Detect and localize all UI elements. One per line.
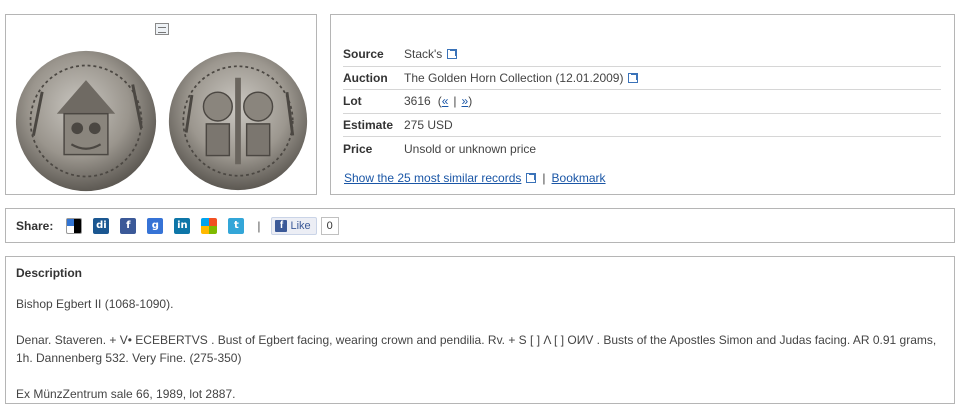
google-icon[interactable]: g: [147, 217, 164, 234]
lot-label: Lot: [343, 94, 362, 109]
auction-label: Auction: [343, 70, 388, 85]
like-label: Like: [290, 219, 311, 232]
facebook-icon[interactable]: f: [120, 217, 137, 234]
source-row: Source Stack's: [343, 43, 941, 67]
description-paragraph: Denar. Staveren. + V• ECEBERTVS . Bust o…: [16, 333, 937, 365]
record-info-panel: Source Stack's Auction The Golden Horn C…: [330, 14, 955, 195]
auction-row: Auction The Golden Horn Collection (12.0…: [343, 67, 941, 90]
digg-icon[interactable]: di: [93, 217, 110, 234]
price-label: Price: [343, 141, 373, 156]
previous-lot-link[interactable]: «: [442, 94, 449, 108]
description-paragraph: Ex MünzZentrum sale 66, 1989, lot 2887.: [16, 387, 236, 401]
coin-obverse-graphic: [15, 50, 157, 192]
windows-live-icon[interactable]: [201, 217, 218, 234]
description-paragraph: Bishop Egbert II (1068-1090).: [16, 297, 174, 311]
like-count: 0: [320, 216, 339, 235]
similar-records-link[interactable]: Show the 25 most similar records: [344, 171, 521, 185]
facebook-like-button[interactable]: f Like: [271, 216, 317, 235]
enlarge-image-icon[interactable]: [155, 23, 169, 35]
price-row: Price Unsold or unknown price: [343, 137, 941, 161]
price-value: Unsold or unknown price: [404, 141, 537, 156]
share-bar: Share: di f g in t | f Like 0: [5, 208, 955, 243]
source-label: Source: [343, 47, 384, 62]
lot-row: Lot 3616 (« |»): [343, 90, 941, 114]
linkedin-icon[interactable]: in: [174, 217, 191, 234]
estimate-label: Estimate: [343, 117, 394, 132]
external-link-icon[interactable]: [526, 173, 537, 183]
lot-navigation: (« |»): [437, 94, 473, 109]
share-label: Share:: [16, 218, 54, 233]
coin-reverse-image[interactable]: [164, 49, 312, 193]
external-link-icon[interactable]: [628, 72, 639, 83]
description-title: Description: [16, 266, 83, 280]
coin-obverse-image[interactable]: [13, 48, 159, 194]
record-details-table: Source Stack's Auction The Golden Horn C…: [343, 43, 941, 161]
estimate-row: Estimate 275 USD: [343, 114, 941, 137]
action-separator: |: [542, 171, 546, 185]
source-value: Stack's: [404, 47, 443, 62]
coin-image-panel: [5, 14, 317, 195]
external-link-icon[interactable]: [447, 49, 458, 60]
record-actions: Show the 25 most similar records | Bookm…: [344, 171, 606, 185]
next-lot-link[interactable]: »: [462, 94, 469, 108]
delicious-icon[interactable]: [66, 217, 83, 234]
estimate-value: 275 USD: [404, 117, 453, 132]
coin-reverse-graphic: [168, 51, 308, 191]
twitter-icon[interactable]: t: [228, 217, 245, 234]
facebook-icon: f: [275, 219, 288, 232]
auction-value: The Golden Horn Collection (12.01.2009): [404, 70, 624, 85]
lot-value: 3616: [404, 94, 431, 109]
description-panel: Description Bishop Egbert II (1068-1090)…: [5, 256, 955, 404]
bookmark-link[interactable]: Bookmark: [552, 171, 606, 185]
share-separator: |: [257, 218, 261, 233]
